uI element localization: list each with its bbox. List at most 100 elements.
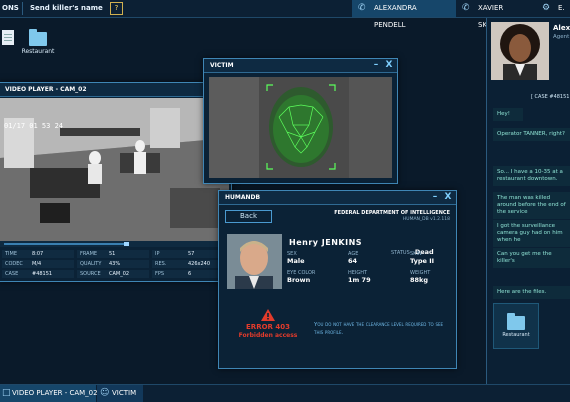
stat-frame: FRAME 51 [77,250,149,258]
field-weight: WEIGHT 88kg [410,270,430,284]
desktop-icon-restaurant[interactable]: Restaurant [18,29,58,55]
chat-file-attachment[interactable]: Restaurant [493,303,539,349]
taskbar-item-video-player[interactable]: □ VIDEO PLAYER - CAM_02 [0,385,98,402]
top-bar-left-label: ONS [2,4,19,12]
stat-value: 51 [109,251,116,257]
error-text: Forbidden access [238,332,298,339]
top-bar: ONS Send killer's name ? ✆ ALEXANDRA PEN… [0,0,570,30]
window-title: VICTIM [210,62,234,69]
stat-res: RES. 426x240 [152,260,224,268]
field-value: Brown [287,276,311,284]
stat-key: FRAME [80,251,98,257]
field-value: 64 [348,257,358,265]
stat-case: CASE #48151 [2,270,74,278]
stat-value: CAM_02 [109,271,130,277]
field-value: Type II [410,257,435,265]
profile-photo [227,234,282,289]
back-button[interactable]: Back [225,210,272,223]
contact-name: Alex [553,24,570,32]
chat-message: Hey! [493,108,523,121]
tab-alexandra-pendell[interactable]: ✆ ALEXANDRA PENDELL [352,0,456,29]
stat-quality: QUALITY 43% [77,260,149,268]
tab-xavier-skinner[interactable]: ✆ XAVIER SKINNER [456,0,536,30]
field-value: 88kg [410,276,429,284]
warning-icon [261,306,275,321]
minimize-button[interactable]: – [371,59,381,72]
help-button[interactable]: ? [110,2,123,15]
first-name: Henry [289,238,319,247]
minimize-button[interactable]: – [430,191,440,204]
tab-e-t[interactable]: ⚙ E. T [536,0,570,30]
window-title: VIDEO PLAYER - CAM_02 [5,86,87,93]
stat-fps: FPS 6 [152,270,224,278]
taskbar-label: VICTIM [112,389,137,397]
victim-face-scan [209,77,392,178]
chat-message: So... I have a 10-35 at a restaurant dow… [493,166,570,186]
send-killer-name-button[interactable]: Send killer's name [30,0,103,17]
field-skin: SKIN Type II [410,251,434,265]
status-label: STATUS [391,250,410,256]
phone-icon: ✆ [358,3,366,13]
video-timestamp: 01/17 01 53 24 [4,122,64,130]
field-age: AGE 64 [348,251,358,265]
humandb-titlebar[interactable]: HUMANDB – X [219,191,456,205]
contact-avatar [491,22,549,80]
stat-codec: CODEC M/4 [2,260,74,268]
stat-key: QUALITY [80,261,102,267]
clearance-message: You do not have the clearance level requ… [314,322,444,336]
phone-icon: ✆ [462,3,470,13]
victim-window: VICTIM – X [203,58,398,184]
stat-value: #48151 [32,271,53,277]
stat-key: FPS [155,271,165,277]
stat-key: CODEC [5,261,23,267]
last-name: JENKINS [321,238,363,247]
victim-titlebar[interactable]: VICTIM – X [204,59,397,73]
document-icon [2,30,14,45]
video-player-titlebar[interactable]: VIDEO PLAYER - CAM_02 [0,83,231,97]
chat-message: The man was killed around before the end… [493,192,570,219]
error-code: ERROR 403 [246,323,290,331]
close-button[interactable]: X [384,59,394,72]
face-icon: ☺ [100,388,110,398]
close-button[interactable]: X [443,191,453,204]
window-title: HUMANDB [225,194,261,201]
humandb-window: HUMANDB – X Back FEDERAL DEPARTMENT OF I… [218,190,457,369]
department-title: FEDERAL DEPARTMENT OF INTELLIGENCE [334,210,450,216]
stat-key: RES. [155,261,167,267]
video-player-window: VIDEO PLAYER - CAM_02 01/17 01 53 24 TIM… [0,82,232,282]
person-photo [227,234,282,289]
field-value: Male [287,257,305,265]
stat-value: 57 [188,251,195,257]
db-version: HUMAN_DB v1.2.118 [403,217,450,222]
person-photo [491,22,549,80]
video-progress-track[interactable] [0,241,229,247]
stat-value: 43% [109,261,121,267]
video-progress-bar [4,243,124,245]
file-label: Restaurant [502,332,530,338]
cctv-video-frame[interactable]: 01/17 01 53 24 [0,98,229,241]
taskbar-label: VIDEO PLAYER - CAM_02 [12,389,98,397]
folder-icon [507,313,525,330]
taskbar-item-victim[interactable]: ☺ VICTIM [97,385,143,402]
stat-key: IP [155,251,160,257]
desktop-icon-label: Restaurant [21,48,55,55]
field-height: HEIGHT 1m 79 [348,270,371,284]
divider [22,2,23,15]
face-scan-image [209,77,392,178]
profile-name: Henry JENKINS [289,238,362,247]
taskbar: □ VIDEO PLAYER - CAM_02 ☺ VICTIM [0,384,570,402]
chat-message: I got the surveillance camera guy had on… [493,220,570,247]
stat-value: M/4 [32,261,42,267]
stat-time: TIME 8:07 [2,250,74,258]
field-sex: SEX Male [287,251,305,265]
chat-message: Operator TANNER, right? [493,128,570,141]
chat-panel: Alex Agent [ CASE #48151 Hey! Operator T… [486,18,570,384]
video-progress-handle[interactable] [124,242,129,246]
stat-value: 6 [188,271,192,277]
stat-key: TIME [5,251,18,257]
stat-source: SOURCE CAM_02 [77,270,149,278]
db-version-number: v1.2.118 [430,217,450,222]
cctv-scene [0,98,229,241]
case-number: [ CASE #48151 [531,94,570,100]
field-value: 1m 79 [348,276,371,284]
